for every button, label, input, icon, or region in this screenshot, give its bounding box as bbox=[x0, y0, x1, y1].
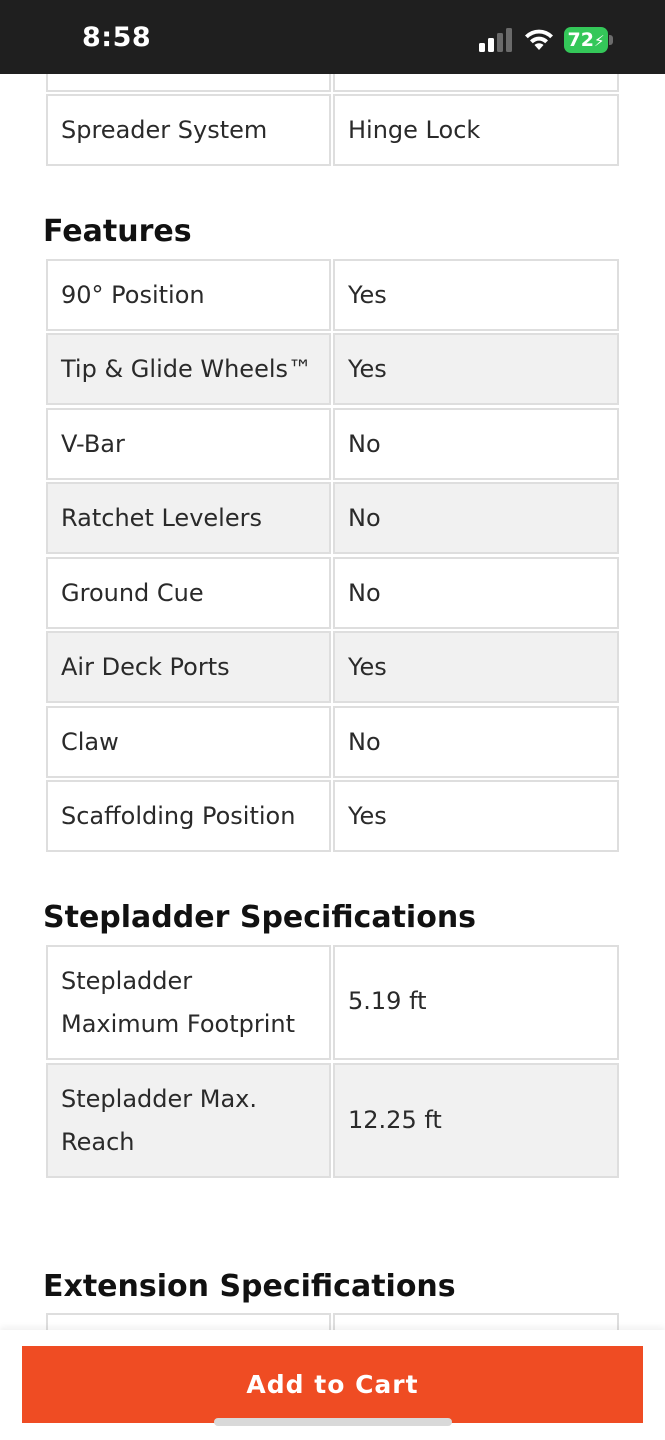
features-heading: Features bbox=[43, 214, 192, 249]
extension-specs-heading: Extension Specifications bbox=[43, 1269, 456, 1304]
table-cell-value: No bbox=[333, 482, 619, 554]
feature-value: Yes bbox=[348, 280, 387, 309]
table-cell-value: 12.25 ft bbox=[333, 1063, 619, 1178]
cellular-signal-icon bbox=[479, 28, 515, 52]
battery-level-text: 72 bbox=[567, 29, 594, 51]
table-cell-label: Scaffolding Position bbox=[46, 780, 331, 852]
table-cell-label: Stepladder Maximum Footprint bbox=[46, 945, 331, 1060]
feature-label: Claw bbox=[61, 727, 119, 756]
table-cell-value: Yes bbox=[333, 259, 619, 331]
feature-value: No bbox=[348, 727, 381, 756]
table-cell-label: Tip & Glide Wheels™ bbox=[46, 333, 331, 405]
table-cell-value: No bbox=[333, 706, 619, 778]
spec-label: Stepladder Maximum Footprint bbox=[61, 960, 295, 1046]
table-cell-label: Ground Cue bbox=[46, 557, 331, 629]
feature-label: Ground Cue bbox=[61, 578, 204, 607]
table-cell-label: Stepladder Max. Reach bbox=[46, 1063, 331, 1178]
battery-level: 72⚡ bbox=[564, 27, 608, 53]
add-to-cart-button[interactable]: Add to Cart bbox=[22, 1346, 643, 1423]
spec-label: Spreader System bbox=[61, 115, 268, 144]
table-cell-value: 5.19 ft bbox=[333, 945, 619, 1060]
feature-value: Yes bbox=[348, 801, 387, 830]
feature-value: No bbox=[348, 503, 381, 532]
table-cell-value: Hinge Lock bbox=[333, 94, 619, 166]
table-cell-label: V-Bar bbox=[46, 408, 331, 480]
table-cell-label: Claw bbox=[46, 706, 331, 778]
feature-value: Yes bbox=[348, 652, 387, 681]
spec-value: Hinge Lock bbox=[348, 115, 481, 144]
stepladder-specs-heading: Stepladder Specifications bbox=[43, 900, 477, 935]
feature-label: Ratchet Levelers bbox=[61, 503, 262, 532]
table-cell-label: Spreader System bbox=[46, 94, 331, 166]
spec-label-line: Stepladder bbox=[61, 966, 193, 995]
table-cell-label: 90° Position bbox=[46, 259, 331, 331]
feature-label: V-Bar bbox=[61, 429, 125, 458]
status-bar: 8:58 72⚡ bbox=[0, 0, 665, 74]
spec-label-line: Reach bbox=[61, 1127, 135, 1156]
table-cell-value: No bbox=[333, 557, 619, 629]
feature-value: No bbox=[348, 429, 381, 458]
table-cell-label: Air Deck Ports bbox=[46, 631, 331, 703]
table-cell-value: Yes bbox=[333, 631, 619, 703]
wifi-icon bbox=[525, 29, 553, 50]
table-cell-value: Yes bbox=[333, 780, 619, 852]
battery-charging-icon: 72⚡ bbox=[564, 27, 614, 53]
spec-label: Stepladder Max. Reach bbox=[61, 1078, 257, 1164]
spec-label-line: Maximum Footprint bbox=[61, 1009, 295, 1038]
home-indicator[interactable] bbox=[214, 1418, 452, 1426]
table-cell-value: Yes bbox=[333, 333, 619, 405]
feature-value: Yes bbox=[348, 354, 387, 383]
spec-label-line: Stepladder Max. bbox=[61, 1084, 257, 1113]
feature-label: 90° Position bbox=[61, 280, 205, 309]
table-cell-value: No bbox=[333, 408, 619, 480]
spec-value: 5.19 ft bbox=[348, 987, 427, 1015]
feature-label: Scaffolding Position bbox=[61, 801, 296, 830]
feature-value: No bbox=[348, 578, 381, 607]
feature-label: Air Deck Ports bbox=[61, 652, 230, 681]
feature-label: Tip & Glide Wheels™ bbox=[61, 354, 313, 383]
spec-value: 12.25 ft bbox=[348, 1106, 442, 1134]
table-cell-label: Ratchet Levelers bbox=[46, 482, 331, 554]
battery-nub bbox=[609, 35, 613, 45]
charging-bolt-icon: ⚡ bbox=[593, 32, 605, 50]
status-time: 8:58 bbox=[82, 22, 152, 53]
